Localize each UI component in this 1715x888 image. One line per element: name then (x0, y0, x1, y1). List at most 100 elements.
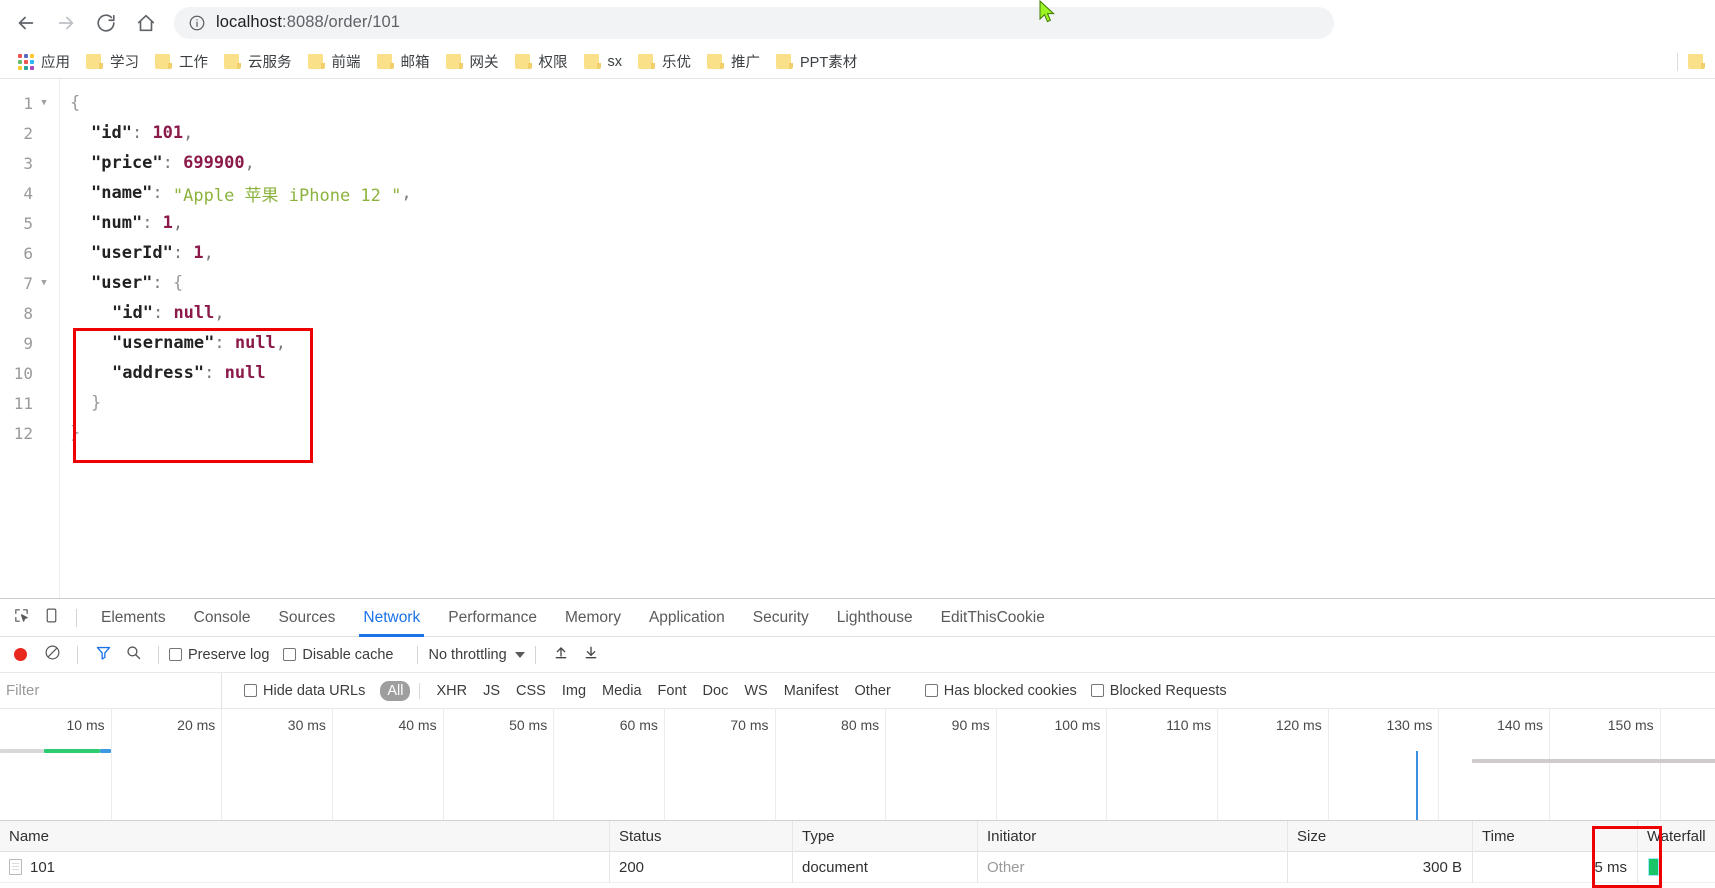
url-text: localhost:8088/order/101 (216, 13, 400, 32)
filter-input[interactable]: Filter (0, 673, 222, 708)
back-button[interactable] (6, 3, 46, 43)
bookmark-item-0[interactable]: 学习 (78, 49, 147, 75)
inspect-element-button[interactable] (6, 604, 36, 632)
table-row[interactable]: 101 200 document Other 300 B 5 ms (0, 851, 1715, 883)
bookmark-item-5[interactable]: 网关 (438, 49, 507, 75)
fold-toggle-icon[interactable]: ▼ (33, 278, 55, 288)
timeline-gridline (885, 709, 887, 820)
column-header-name[interactable]: Name (0, 821, 610, 852)
bookmark-label: 网关 (469, 55, 499, 71)
cell-name[interactable]: 101 (0, 851, 610, 883)
cell-waterfall (1638, 852, 1715, 883)
export-har-button[interactable] (576, 641, 606, 669)
clear-requests-button[interactable] (37, 641, 67, 669)
filter-type-css[interactable]: CSS (509, 681, 553, 701)
token-brc: } (91, 393, 102, 413)
tab-console[interactable]: Console (180, 599, 265, 637)
column-header-type[interactable]: Type (793, 821, 978, 852)
forward-button[interactable] (46, 3, 86, 43)
filter-type-media[interactable]: Media (595, 681, 649, 701)
disable-cache-checkbox[interactable]: Disable cache (283, 647, 393, 663)
filter-type-js[interactable]: JS (476, 681, 507, 701)
column-header-size[interactable]: Size (1288, 821, 1473, 852)
cell-type: document (793, 851, 978, 883)
filter-type-doc[interactable]: Doc (696, 681, 736, 701)
record-dot-icon[interactable] (14, 648, 27, 661)
line-number-value: 11 (13, 393, 33, 413)
bookmark-apps-label: 应用 (41, 55, 70, 71)
bookmark-item-10[interactable]: PPT素材 (768, 49, 865, 75)
hide-data-urls-checkbox[interactable]: Hide data URLs (244, 683, 365, 699)
preserve-log-checkbox[interactable]: Preserve log (169, 647, 269, 663)
throttling-select-value[interactable]: No throttling (428, 647, 506, 663)
bookmark-item-3[interactable]: 前端 (300, 49, 369, 75)
home-icon (135, 12, 157, 34)
bookmark-label: PPT素材 (800, 55, 858, 71)
devtools-panel: Elements Console Sources Network Perform… (0, 598, 1715, 888)
filter-type-ws[interactable]: WS (737, 681, 774, 701)
home-button[interactable] (126, 3, 166, 43)
reload-button[interactable] (86, 3, 126, 43)
filter-type-manifest[interactable]: Manifest (777, 681, 846, 701)
tab-application[interactable]: Application (635, 599, 739, 637)
network-filter-bar: Filter Hide data URLs All XHR JS CSS Img… (0, 673, 1715, 709)
cell-initiator[interactable]: Other (978, 851, 1288, 883)
bookmarks-overflow[interactable] (1667, 52, 1705, 71)
device-toolbar-button[interactable] (36, 604, 66, 632)
chevron-down-icon[interactable] (514, 651, 525, 658)
bookmark-item-7[interactable]: sx (576, 49, 631, 75)
blocked-requests-checkbox[interactable]: Blocked Requests (1090, 683, 1227, 699)
line-number-1: 1 ▼ (0, 88, 59, 118)
bookmark-item-2[interactable]: 云服务 (216, 49, 300, 75)
network-timeline-overview[interactable]: 10 ms 20 ms 30 ms 40 ms 50 ms 60 ms 70 ms 80 ms… (0, 709, 1715, 821)
filter-type-img[interactable]: Img (555, 681, 593, 701)
folder-icon (307, 54, 325, 69)
has-blocked-cookies-checkbox[interactable]: Has blocked cookies (924, 683, 1077, 699)
inspect-cursor-icon (13, 607, 30, 629)
token-num: 1 (162, 213, 173, 233)
filter-type-other[interactable]: Other (848, 681, 898, 701)
column-header-initiator[interactable]: Initiator (978, 821, 1288, 852)
hide-data-urls-label: Hide data URLs (263, 682, 366, 699)
tab-network[interactable]: Network (349, 599, 434, 637)
code-line-3: "price": 699900, (70, 148, 1715, 178)
address-bar[interactable]: localhost:8088/order/101 (174, 6, 1334, 39)
info-circle-icon[interactable] (188, 14, 206, 32)
timeline-request-bar (0, 749, 45, 753)
bookmark-item-9[interactable]: 推广 (699, 49, 768, 75)
token-pun: , (244, 153, 255, 173)
tab-elements[interactable]: Elements (87, 599, 180, 637)
json-code[interactable]: {"id": 101, "price": 699900, "name": "Appl… (60, 79, 1715, 598)
timeline-gridline (553, 709, 555, 820)
tab-sources[interactable]: Sources (265, 599, 350, 637)
import-har-button[interactable] (546, 641, 576, 669)
search-requests-button[interactable] (118, 641, 148, 669)
column-header-status[interactable]: Status (610, 821, 793, 852)
token-nul: null (234, 333, 276, 353)
filter-type-font[interactable]: Font (651, 681, 694, 701)
filter-type-xhr[interactable]: XHR (429, 681, 474, 701)
bookmark-item-8[interactable]: 乐优 (630, 49, 699, 75)
filter-type-all[interactable]: All (380, 680, 411, 701)
column-header-waterfall[interactable]: Waterfall (1638, 821, 1715, 852)
tab-memory[interactable]: Memory (551, 599, 635, 637)
search-icon (125, 644, 142, 666)
network-toolbar: Preserve log Disable cache No throttling (0, 637, 1715, 673)
token-k: "num" (91, 213, 143, 233)
token-pun: , (275, 333, 287, 353)
bookmark-item-4[interactable]: 邮箱 (369, 49, 438, 75)
bookmark-item-6[interactable]: 权限 (507, 49, 576, 75)
column-header-time[interactable]: Time (1473, 821, 1638, 852)
folder-icon[interactable] (1688, 54, 1705, 69)
bookmark-item-1[interactable]: 工作 (147, 49, 216, 75)
toolbar-divider (77, 645, 78, 664)
toggle-filter-button[interactable] (88, 641, 118, 669)
tab-performance[interactable]: Performance (434, 599, 551, 637)
fold-toggle-icon[interactable]: ▼ (33, 98, 55, 108)
bookmark-apps[interactable]: 应用 (10, 49, 78, 75)
checkbox-box (1090, 684, 1104, 697)
tab-editthiscookie[interactable]: EditThisCookie (927, 599, 1059, 637)
browser-toolbar: localhost:8088/order/101 (0, 0, 1715, 45)
tab-lighthouse[interactable]: Lighthouse (823, 599, 927, 637)
tab-security[interactable]: Security (739, 599, 823, 637)
